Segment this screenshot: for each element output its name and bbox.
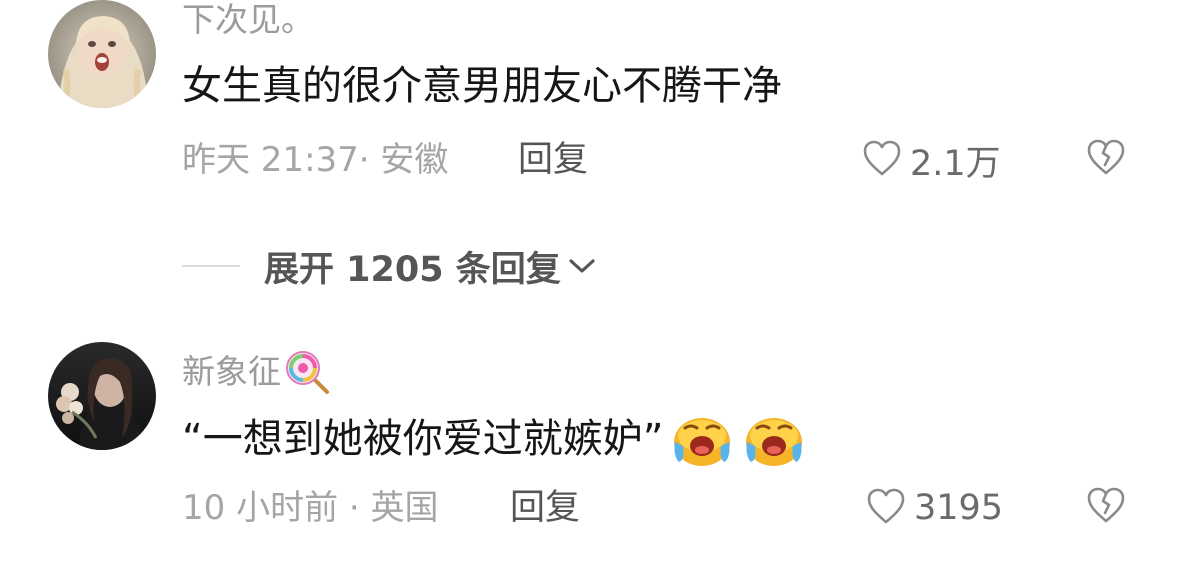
comment-body: “一想到她被你爱过就嫉妒” xyxy=(182,416,664,462)
comment-item: 新象征 “一想到她被你爱过就嫉妒” 10 小时前 · 英国 回复 3195 xyxy=(0,0,1179,577)
username-text[interactable]: 新象征 xyxy=(182,352,281,392)
comment-username[interactable]: 新象征 xyxy=(182,348,331,396)
crying-face-emoji xyxy=(741,406,807,472)
dislike-button[interactable] xyxy=(1086,486,1130,530)
reply-label[interactable]: 回复 xyxy=(510,488,580,528)
meta-separator: · xyxy=(348,488,360,528)
crying-face-emoji xyxy=(669,406,735,472)
comment-location: 英国 xyxy=(370,488,439,528)
reply-button[interactable]: 回复 xyxy=(510,486,580,530)
user-avatar[interactable] xyxy=(48,342,156,450)
heart-outline-icon[interactable] xyxy=(866,487,906,529)
comment-text: “一想到她被你爱过就嫉妒” xyxy=(182,406,807,472)
like-button[interactable]: 3195 xyxy=(866,486,1003,530)
lollipop-icon xyxy=(283,348,331,396)
like-count: 3195 xyxy=(914,488,1004,528)
comment-time: 10 小时前 xyxy=(182,488,339,528)
comment-meta: 10 小时前 · 英国 xyxy=(182,486,439,530)
broken-heart-icon[interactable] xyxy=(1086,487,1126,528)
